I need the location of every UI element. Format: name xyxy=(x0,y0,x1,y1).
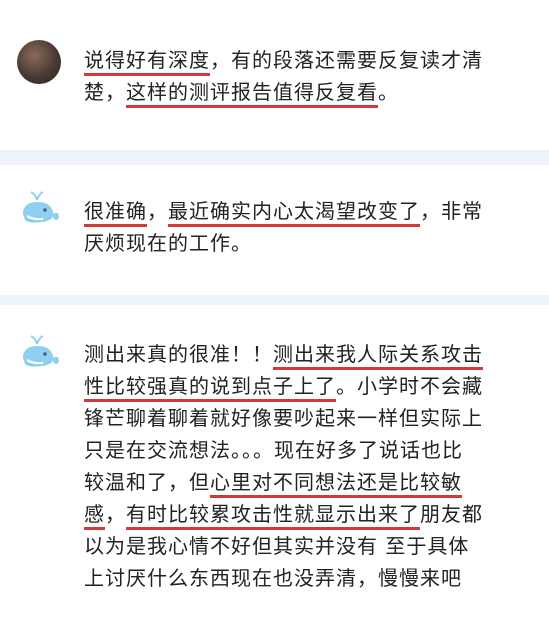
highlighted-phrase: 感 xyxy=(84,502,105,530)
whale-avatar-icon[interactable] xyxy=(17,186,61,230)
user-avatar[interactable] xyxy=(17,40,61,84)
highlighted-phrase: 最近确实内心太渴望改变了 xyxy=(168,199,420,227)
comment-line: 很准确，最近确实内心太渴望改变了，非常 xyxy=(84,195,505,227)
highlighted-phrase: 心里对不同想法还是比较敏 xyxy=(210,470,462,498)
text-segment: 厌烦现在的工作。 xyxy=(84,231,252,255)
text-segment: 以为是我心情不好但其实并没有 至于具体 xyxy=(84,534,470,558)
text-segment: 较温和了，但 xyxy=(84,470,210,494)
highlighted-phrase: 性比较强真的说到点子上了 xyxy=(84,374,336,402)
text-segment: ， xyxy=(147,199,168,223)
highlighted-phrase: 很准确 xyxy=(84,199,147,227)
highlighted-phrase: 有时比较累攻击性就显示出来了 xyxy=(126,502,420,530)
text-segment: ，有的段落还需要反复读才清 xyxy=(210,48,483,72)
comment-line: 只是在交流想法。。。现在好多了说话也比 xyxy=(84,434,505,466)
text-segment: ，非常 xyxy=(420,199,483,223)
text-segment: 朋友都 xyxy=(420,502,483,526)
comment-line: 楚，这样的测评报告值得反复看。 xyxy=(84,76,505,108)
comment-card-3: 测出来真的很准！！测出来我人际关系攻击 性比较强真的说到点子上了。小学时不会藏 锋芒… xyxy=(0,305,549,641)
comment-text: 测出来真的很准！！测出来我人际关系攻击 性比较强真的说到点子上了。小学时不会藏 锋芒… xyxy=(84,338,505,594)
comment-line: 测出来真的很准！！测出来我人际关系攻击 xyxy=(84,338,505,370)
text-segment: 楚， xyxy=(84,80,126,104)
highlighted-phrase: 这样的测评报告值得反复看 xyxy=(126,80,378,108)
comment-line: 性比较强真的说到点子上了。小学时不会藏 xyxy=(84,370,505,402)
whale-avatar-icon[interactable] xyxy=(17,330,61,374)
comment-card-1: 说得好有深度，有的段落还需要反复读才清 楚，这样的测评报告值得反复看。 xyxy=(0,0,549,150)
comment-line: 厌烦现在的工作。 xyxy=(84,227,505,259)
comment-line: 感，有时比较累攻击性就显示出来了朋友都 xyxy=(84,498,505,530)
text-segment: 测出来真的很准！！ xyxy=(84,342,273,366)
text-segment: 。 xyxy=(378,80,399,104)
text-segment: 上讨厌什么东西现在也没弄清，慢慢来吧 xyxy=(84,566,462,590)
text-segment: 锋芒聊着聊着就好像要吵起来一样但实际上 xyxy=(84,406,483,430)
comment-line: 上讨厌什么东西现在也没弄清，慢慢来吧 xyxy=(84,562,505,594)
highlighted-phrase: 测出来我人际关系攻击 xyxy=(273,342,483,370)
comment-text: 说得好有深度，有的段落还需要反复读才清 楚，这样的测评报告值得反复看。 xyxy=(84,44,505,108)
comment-line: 锋芒聊着聊着就好像要吵起来一样但实际上 xyxy=(84,402,505,434)
comment-line: 说得好有深度，有的段落还需要反复读才清 xyxy=(84,44,505,76)
text-segment: 只是在交流想法。。。现在好多了说话也比 xyxy=(84,438,463,462)
comment-card-2: 很准确，最近确实内心太渴望改变了，非常厌烦现在的工作。 xyxy=(0,165,549,295)
comment-line: 较温和了，但心里对不同想法还是比较敏 xyxy=(84,466,505,498)
comment-text: 很准确，最近确实内心太渴望改变了，非常厌烦现在的工作。 xyxy=(84,195,505,259)
highlighted-phrase: 说得好有深度 xyxy=(84,48,210,76)
comment-line: 以为是我心情不好但其实并没有 至于具体 xyxy=(84,530,505,562)
text-segment: 。小学时不会藏 xyxy=(336,374,483,398)
text-segment: ， xyxy=(105,502,126,526)
